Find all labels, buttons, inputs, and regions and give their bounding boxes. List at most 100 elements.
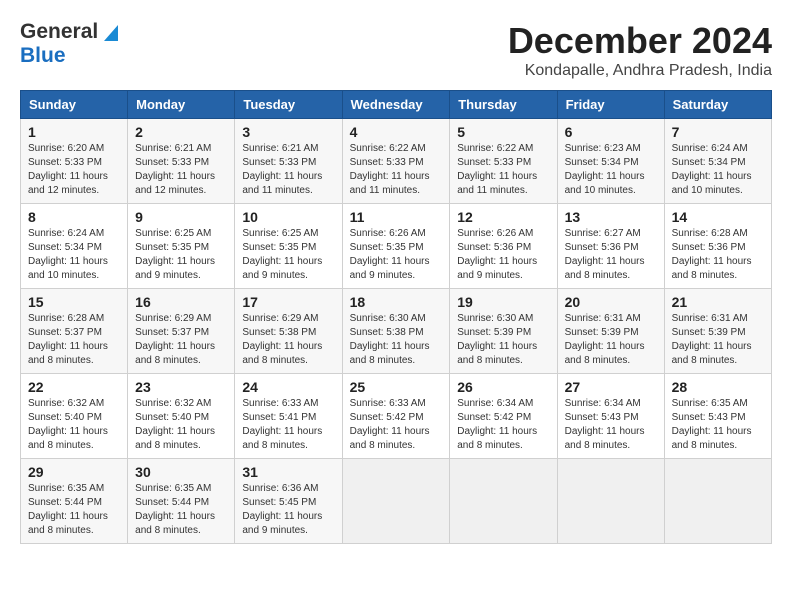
calendar-day-cell: 3 Sunrise: 6:21 AM Sunset: 5:33 PM Daylig… [235,119,342,204]
calendar-day-cell: 6 Sunrise: 6:23 AM Sunset: 5:34 PM Daylig… [557,119,664,204]
day-info: Sunrise: 6:20 AM Sunset: 5:33 PM Dayligh… [28,143,108,196]
calendar-day-cell: 17 Sunrise: 6:29 AM Sunset: 5:38 PM Dayli… [235,289,342,374]
day-info: Sunrise: 6:30 AM Sunset: 5:39 PM Dayligh… [457,313,537,366]
day-number: 27 [565,379,657,395]
day-number: 18 [350,294,443,310]
month-title: December 2024 [508,20,772,62]
calendar-day-cell: 8 Sunrise: 6:24 AM Sunset: 5:34 PM Daylig… [21,204,128,289]
day-info: Sunrise: 6:24 AM Sunset: 5:34 PM Dayligh… [672,143,752,196]
day-number: 20 [565,294,657,310]
day-number: 21 [672,294,764,310]
day-info: Sunrise: 6:35 AM Sunset: 5:44 PM Dayligh… [28,483,108,536]
calendar-table: SundayMondayTuesdayWednesdayThursdayFrid… [20,90,772,544]
day-info: Sunrise: 6:23 AM Sunset: 5:34 PM Dayligh… [565,143,645,196]
calendar-day-cell: 4 Sunrise: 6:22 AM Sunset: 5:33 PM Daylig… [342,119,450,204]
calendar-day-cell: 15 Sunrise: 6:28 AM Sunset: 5:37 PM Dayli… [21,289,128,374]
weekday-header-thursday: Thursday [450,91,557,119]
day-number: 11 [350,209,443,225]
day-number: 30 [135,464,227,480]
calendar-day-cell: 14 Sunrise: 6:28 AM Sunset: 5:36 PM Dayli… [664,204,771,289]
day-number: 10 [242,209,334,225]
day-number: 23 [135,379,227,395]
day-number: 26 [457,379,549,395]
day-number: 17 [242,294,334,310]
empty-day-cell [342,459,450,544]
day-info: Sunrise: 6:25 AM Sunset: 5:35 PM Dayligh… [135,228,215,281]
calendar-day-cell: 18 Sunrise: 6:30 AM Sunset: 5:38 PM Dayli… [342,289,450,374]
calendar-day-cell: 20 Sunrise: 6:31 AM Sunset: 5:39 PM Dayli… [557,289,664,374]
day-number: 5 [457,124,549,140]
calendar-day-cell: 23 Sunrise: 6:32 AM Sunset: 5:40 PM Dayli… [128,374,235,459]
day-info: Sunrise: 6:28 AM Sunset: 5:37 PM Dayligh… [28,313,108,366]
empty-day-cell [450,459,557,544]
logo-blue-text: Blue [20,44,66,67]
day-number: 22 [28,379,120,395]
day-info: Sunrise: 6:34 AM Sunset: 5:42 PM Dayligh… [457,398,537,451]
calendar-day-cell: 24Sunrise: 6:33 AM Sunset: 5:41 PM Dayli… [235,374,342,459]
calendar-day-cell: 31 Sunrise: 6:36 AM Sunset: 5:45 PM Dayli… [235,459,342,544]
calendar-day-cell: 29 Sunrise: 6:35 AM Sunset: 5:44 PM Dayli… [21,459,128,544]
day-number: 28 [672,379,764,395]
day-info: Sunrise: 6:31 AM Sunset: 5:39 PM Dayligh… [565,313,645,366]
calendar-day-cell: 10 Sunrise: 6:25 AM Sunset: 5:35 PM Dayli… [235,204,342,289]
calendar-day-cell: 12 Sunrise: 6:26 AM Sunset: 5:36 PM Dayli… [450,204,557,289]
calendar-day-cell: 26 Sunrise: 6:34 AM Sunset: 5:42 PM Dayli… [450,374,557,459]
empty-day-cell [557,459,664,544]
day-info: Sunrise: 6:24 AM Sunset: 5:34 PM Dayligh… [28,228,108,281]
day-number: 14 [672,209,764,225]
day-info: Sunrise: 6:35 AM Sunset: 5:44 PM Dayligh… [135,483,215,536]
day-info: Sunrise: 6:21 AM Sunset: 5:33 PM Dayligh… [242,143,322,196]
calendar-day-cell: 13 Sunrise: 6:27 AM Sunset: 5:36 PM Dayli… [557,204,664,289]
calendar-day-cell: 9 Sunrise: 6:25 AM Sunset: 5:35 PM Daylig… [128,204,235,289]
day-number: 13 [565,209,657,225]
calendar-day-cell: 11 Sunrise: 6:26 AM Sunset: 5:35 PM Dayli… [342,204,450,289]
calendar-week-row: 22 Sunrise: 6:32 AM Sunset: 5:40 PM Dayli… [21,374,772,459]
day-number: 6 [565,124,657,140]
calendar-day-cell: 28 Sunrise: 6:35 AM Sunset: 5:43 PM Dayli… [664,374,771,459]
day-number: 8 [28,209,120,225]
day-info: Sunrise: 6:28 AM Sunset: 5:36 PM Dayligh… [672,228,752,281]
day-info: Sunrise: 6:35 AM Sunset: 5:43 PM Dayligh… [672,398,752,451]
calendar-day-cell: 22Sunrise: 6:32 AM Sunset: 5:40 PM Dayli… [21,374,128,459]
day-number: 2 [135,124,227,140]
day-info: Sunrise: 6:32 AM Sunset: 5:40 PM Dayligh… [135,398,215,451]
day-info: Sunrise: 6:26 AM Sunset: 5:35 PM Dayligh… [350,228,430,281]
day-number: 4 [350,124,443,140]
calendar-day-cell: 27 Sunrise: 6:34 AM Sunset: 5:43 PM Dayli… [557,374,664,459]
day-number: 25 [350,379,443,395]
day-number: 7 [672,124,764,140]
day-info: Sunrise: 6:26 AM Sunset: 5:36 PM Dayligh… [457,228,537,281]
day-number: 12 [457,209,549,225]
day-info: Sunrise: 6:29 AM Sunset: 5:37 PM Dayligh… [135,313,215,366]
day-info: Sunrise: 6:34 AM Sunset: 5:43 PM Dayligh… [565,398,645,451]
day-info: Sunrise: 6:25 AM Sunset: 5:35 PM Dayligh… [242,228,322,281]
calendar-day-cell: 30 Sunrise: 6:35 AM Sunset: 5:44 PM Dayli… [128,459,235,544]
day-info: Sunrise: 6:33 AM Sunset: 5:41 PM Dayligh… [242,398,322,451]
day-info: Sunrise: 6:36 AM Sunset: 5:45 PM Dayligh… [242,483,322,536]
calendar-day-cell: 21 Sunrise: 6:31 AM Sunset: 5:39 PM Dayli… [664,289,771,374]
day-number: 19 [457,294,549,310]
day-info: Sunrise: 6:22 AM Sunset: 5:33 PM Dayligh… [350,143,430,196]
day-info: Sunrise: 6:31 AM Sunset: 5:39 PM Dayligh… [672,313,752,366]
weekday-header-wednesday: Wednesday [342,91,450,119]
logo-general-text: General [20,20,98,44]
weekday-header-friday: Friday [557,91,664,119]
day-number: 1 [28,124,120,140]
day-info: Sunrise: 6:29 AM Sunset: 5:38 PM Dayligh… [242,313,322,366]
day-number: 3 [242,124,334,140]
day-number: 31 [242,464,334,480]
logo-icon [100,21,122,43]
day-number: 29 [28,464,120,480]
day-number: 9 [135,209,227,225]
day-number: 15 [28,294,120,310]
day-info: Sunrise: 6:27 AM Sunset: 5:36 PM Dayligh… [565,228,645,281]
calendar-day-cell: 19 Sunrise: 6:30 AM Sunset: 5:39 PM Dayli… [450,289,557,374]
calendar-day-cell: 7 Sunrise: 6:24 AM Sunset: 5:34 PM Daylig… [664,119,771,204]
weekday-header-monday: Monday [128,91,235,119]
weekday-header-saturday: Saturday [664,91,771,119]
day-info: Sunrise: 6:21 AM Sunset: 5:33 PM Dayligh… [135,143,215,196]
calendar-day-cell: 2 Sunrise: 6:21 AM Sunset: 5:33 PM Daylig… [128,119,235,204]
calendar-day-cell: 5Sunrise: 6:22 AM Sunset: 5:33 PM Daylig… [450,119,557,204]
logo: General Blue [20,20,122,68]
day-info: Sunrise: 6:30 AM Sunset: 5:38 PM Dayligh… [350,313,430,366]
